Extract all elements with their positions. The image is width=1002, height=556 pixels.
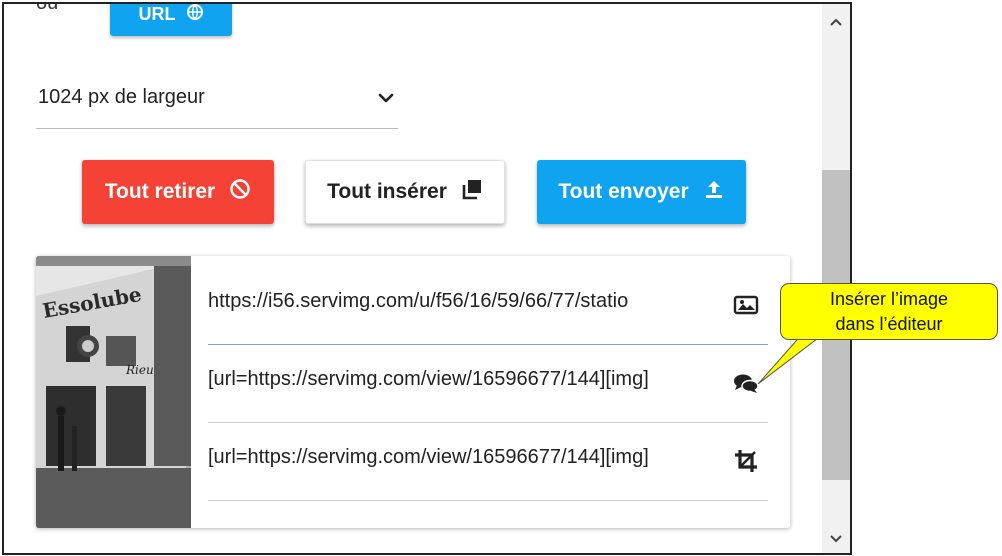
globe-icon bbox=[186, 4, 204, 26]
remove-all-button[interactable]: Tout retirer bbox=[82, 160, 274, 224]
link-bbcode[interactable]: [url=https://servimg.com/view/16596677/1… bbox=[208, 368, 708, 398]
callout-line-1: Insérer l’image bbox=[829, 289, 949, 309]
insert-all-button[interactable]: Tout insérer bbox=[305, 160, 505, 224]
block-icon bbox=[229, 178, 251, 206]
chevron-down-icon bbox=[376, 88, 396, 108]
callout-line-2: dans l’éditeur bbox=[835, 314, 943, 334]
link-bbcode-crop[interactable]: [url=https://servimg.com/view/16596677/1… bbox=[208, 446, 708, 476]
vertical-scrollbar[interactable] bbox=[822, 4, 850, 553]
image-icon[interactable] bbox=[730, 290, 762, 320]
url-button-label: URL bbox=[138, 3, 176, 24]
upload-panel: ou URL 1024 px de largeur Tout retirer T… bbox=[2, 2, 852, 555]
scroll-up-icon[interactable] bbox=[822, 10, 850, 34]
link-row-bbcode: [url=https://servimg.com/view/16596677/1… bbox=[208, 346, 768, 423]
resize-select[interactable]: 1024 px de largeur bbox=[36, 74, 398, 129]
copy-icon bbox=[461, 178, 483, 206]
upload-icon bbox=[703, 178, 725, 206]
url-button[interactable]: URL bbox=[110, 3, 232, 36]
link-row-direct: https://i56.servimg.com/u/f56/16/59/66/7… bbox=[208, 268, 768, 345]
image-thumbnail: Essolube Rieu bbox=[36, 256, 191, 528]
thumbnail-sign-text-2: Rieu bbox=[125, 363, 154, 377]
link-direct-url[interactable]: https://i56.servimg.com/u/f56/16/59/66/7… bbox=[208, 290, 708, 320]
image-card: Essolube Rieu https://i56.servimg.com/u/… bbox=[36, 256, 790, 528]
remove-all-label: Tout retirer bbox=[104, 180, 216, 203]
send-all-button[interactable]: Tout envoyer bbox=[537, 160, 746, 224]
ou-label: ou bbox=[36, 2, 59, 14]
resize-select-value: 1024 px de largeur bbox=[38, 86, 205, 108]
scroll-down-icon[interactable] bbox=[822, 527, 850, 551]
send-all-label: Tout envoyer bbox=[558, 180, 689, 203]
link-row-bbcode-crop: [url=https://servimg.com/view/16596677/1… bbox=[208, 424, 768, 501]
callout-annotation: Insérer l’image dans l’éditeur bbox=[780, 283, 998, 340]
crop-icon[interactable] bbox=[730, 446, 762, 476]
insert-all-label: Tout insérer bbox=[327, 180, 447, 203]
callout-pointer bbox=[757, 331, 828, 385]
